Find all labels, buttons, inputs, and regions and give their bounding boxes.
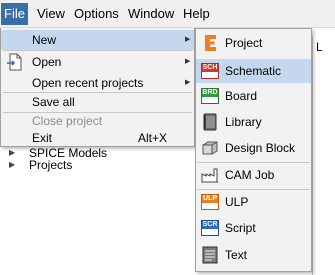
menu-bar: File View Options Window Help bbox=[0, 0, 335, 28]
file-menu: New ▶ Open ▶ Open recent projects ▶ Save… bbox=[0, 28, 195, 147]
project-icon bbox=[205, 35, 216, 51]
script-icon: SCR bbox=[201, 219, 219, 237]
menu-file[interactable]: File bbox=[1, 3, 28, 25]
tree-item-projects[interactable]: ▶ Projects bbox=[0, 158, 200, 172]
new-cam-job-item[interactable]: CAM Job bbox=[196, 163, 311, 187]
submenu-arrow-icon: ▶ bbox=[185, 79, 191, 86]
new-project-item[interactable]: Project bbox=[196, 31, 311, 55]
right-pane: L bbox=[312, 36, 335, 275]
menu-view[interactable]: View bbox=[34, 3, 68, 25]
right-pane-text: L bbox=[316, 40, 323, 54]
submenu-arrow-icon: ▶ bbox=[185, 58, 191, 65]
new-design-block-item[interactable]: Design Block bbox=[196, 136, 311, 160]
file-menu-open[interactable]: Open ▶ bbox=[1, 52, 194, 72]
file-menu-new[interactable]: New ▶ bbox=[1, 30, 194, 50]
menu-separator bbox=[3, 50, 192, 51]
text-icon bbox=[202, 246, 218, 264]
schematic-icon: SCH bbox=[201, 62, 219, 80]
new-script-item[interactable]: SCR Script bbox=[196, 216, 311, 240]
new-board-item[interactable]: BRD Board bbox=[196, 84, 311, 108]
exit-shortcut: Alt+X bbox=[138, 131, 168, 145]
file-menu-save-all[interactable]: Save all bbox=[1, 92, 194, 112]
open-file-icon bbox=[7, 53, 22, 71]
new-submenu: Project SCH Schematic BRD Board Library bbox=[195, 28, 312, 272]
cam-job-icon bbox=[201, 168, 218, 183]
menu-window[interactable]: Window bbox=[125, 3, 177, 25]
file-menu-exit[interactable]: Exit Alt+X bbox=[1, 128, 194, 148]
new-text-item[interactable]: Text bbox=[196, 243, 311, 267]
menu-help[interactable]: Help bbox=[180, 3, 213, 25]
library-icon bbox=[203, 113, 217, 131]
new-schematic-item[interactable]: SCH Schematic bbox=[196, 59, 311, 83]
expand-arrow-icon[interactable]: ▶ bbox=[9, 158, 15, 172]
design-block-icon bbox=[202, 141, 218, 155]
ulp-icon: ULP bbox=[201, 193, 219, 211]
submenu-arrow-icon: ▶ bbox=[185, 36, 191, 43]
menu-options[interactable]: Options bbox=[71, 3, 122, 25]
board-icon: BRD bbox=[201, 87, 219, 105]
file-menu-open-recent[interactable]: Open recent projects ▶ bbox=[1, 73, 194, 93]
new-ulp-item[interactable]: ULP ULP bbox=[196, 190, 311, 214]
new-library-item[interactable]: Library bbox=[196, 110, 311, 134]
